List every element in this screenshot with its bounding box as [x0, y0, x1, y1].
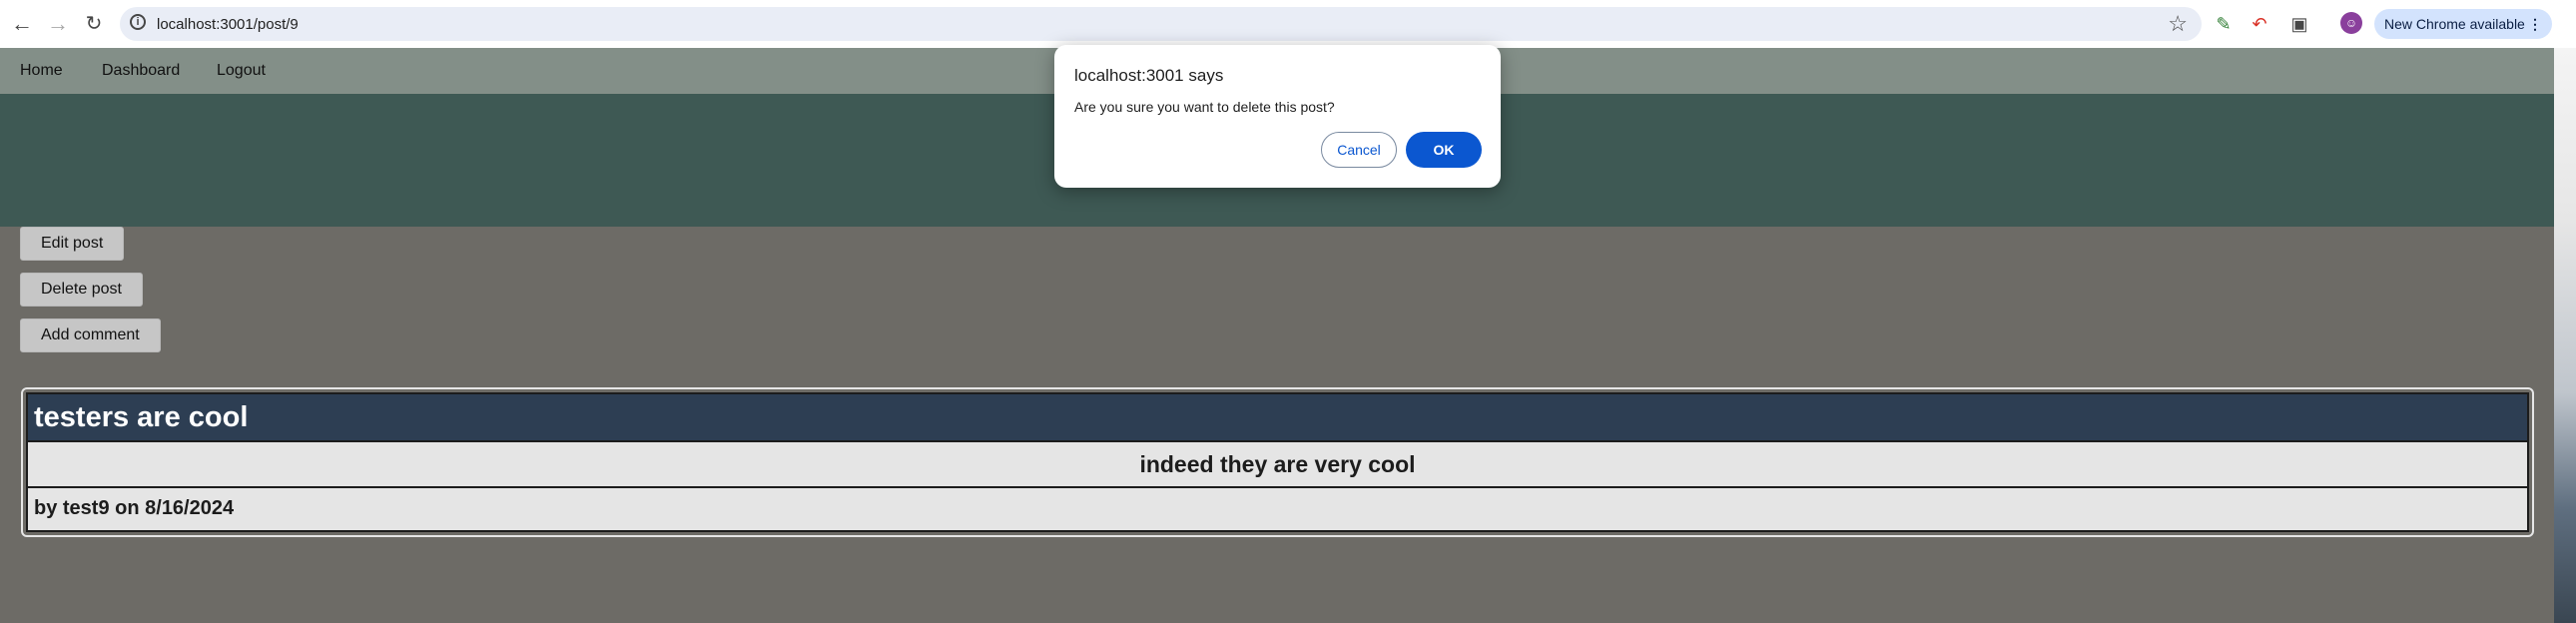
- post-card: testers are cool indeed they are very co…: [21, 387, 2534, 537]
- menu-icon[interactable]: ⋮: [2528, 9, 2542, 39]
- edit-post-button[interactable]: Edit post: [20, 227, 125, 261]
- nav-dashboard-link[interactable]: Dashboard: [102, 62, 180, 80]
- add-comment-button[interactable]: Add comment: [20, 318, 161, 352]
- profile-icon[interactable]: ☺: [2340, 12, 2362, 34]
- dialog-title: localhost:3001 says: [1074, 66, 1224, 85]
- post-meta: by test9 on 8/16/2024: [34, 497, 235, 519]
- desktop-background-edge: [2554, 48, 2576, 623]
- puzzle-icon[interactable]: ▣: [2286, 11, 2312, 37]
- nav-logout-link[interactable]: Logout: [217, 62, 266, 80]
- dialog-cancel-button[interactable]: Cancel: [1321, 132, 1397, 168]
- browser-toolbar: ← → ↻ i localhost:3001/post/9 ☆ ✎ ↶ ▣ ☺ …: [0, 0, 2576, 48]
- extension-badge-icon[interactable]: ↶: [2247, 11, 2272, 37]
- back-icon[interactable]: ←: [6, 8, 38, 40]
- dialog-message: Are you sure you want to delete this pos…: [1074, 99, 1335, 115]
- confirm-dialog: localhost:3001 says Are you sure you wan…: [1054, 45, 1501, 188]
- delete-post-button[interactable]: Delete post: [20, 273, 143, 307]
- update-label: New Chrome available: [2384, 16, 2525, 32]
- address-bar[interactable]: i localhost:3001/post/9 ☆: [120, 7, 2202, 41]
- window-edge-top: [2554, 0, 2576, 48]
- dialog-ok-button[interactable]: OK: [1406, 132, 1482, 168]
- forward-icon[interactable]: →: [42, 8, 74, 40]
- reload-icon[interactable]: ↻: [78, 8, 110, 40]
- update-button[interactable]: New Chrome available ⋮: [2374, 9, 2552, 39]
- site-info-icon[interactable]: i: [130, 14, 146, 30]
- bookmark-star-icon[interactable]: ☆: [2168, 11, 2188, 37]
- nav-home-link[interactable]: Home: [20, 62, 63, 80]
- extension-icon[interactable]: ✎: [2211, 11, 2237, 37]
- post-content: indeed they are very cool: [28, 442, 2527, 488]
- post-container: testers are cool indeed they are very co…: [26, 392, 2529, 532]
- url-text[interactable]: localhost:3001/post/9: [157, 16, 299, 33]
- post-title: testers are cool: [28, 394, 2527, 442]
